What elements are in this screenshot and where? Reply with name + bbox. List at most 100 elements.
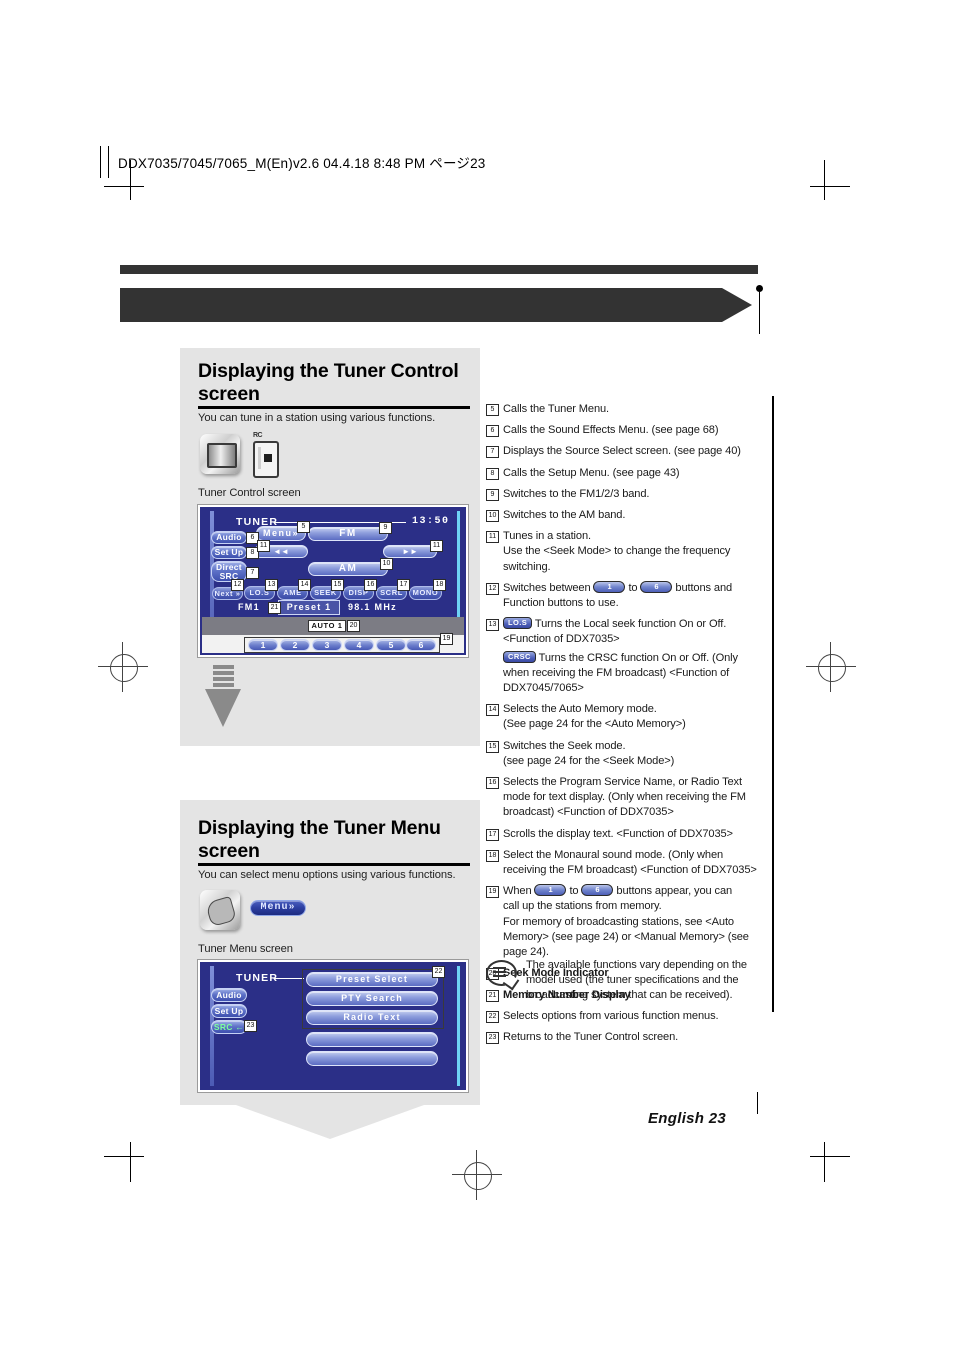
arrow-head — [205, 689, 241, 727]
setup-button[interactable]: Set Up — [211, 546, 247, 559]
menu-item-preset-select[interactable]: Preset Select — [306, 972, 438, 987]
item-text: Displays the Source Select screen. (see … — [503, 445, 741, 458]
title-leader-line — [274, 978, 304, 979]
menu-item-pty-search[interactable]: PTY Search — [306, 991, 438, 1006]
item-text: Calls the Sound Effects Menu. (see page … — [503, 424, 719, 437]
item-text: Select the Monaural sound mode. (Only wh… — [503, 848, 757, 877]
callout-17: 17 — [397, 579, 410, 591]
callout-15: 15 — [331, 579, 344, 591]
menu-item-radio-text[interactable]: Radio Text — [306, 1010, 438, 1025]
registration-mark-left — [98, 642, 148, 692]
footer-tick — [757, 1092, 758, 1114]
item-text: Tunes in a station. — [503, 530, 591, 543]
list-item: 10 Switches to the AM band. — [486, 508, 766, 523]
crop-mark-top-right — [810, 160, 850, 200]
column-divider — [772, 396, 774, 1012]
bubble-line-3 — [493, 975, 506, 977]
bubble-line-1 — [493, 967, 506, 969]
caption-tuner-menu-screen: Tuner Menu screen — [198, 943, 293, 955]
caption-tuner-control-screen: Tuner Control screen — [198, 487, 301, 499]
preset-button-4[interactable]: 4 — [344, 639, 374, 651]
remote-bar-glyph — [258, 447, 261, 469]
list-item: 23 Returns to the Tuner Control screen. — [486, 1030, 766, 1045]
seek-up-button[interactable]: ►► — [383, 545, 437, 558]
callout-12: 12 — [231, 579, 244, 591]
list-item: 18 Select the Monaural sound mode. (Only… — [486, 848, 766, 878]
callout-7: 7 — [246, 567, 259, 579]
item-text: Function buttons to use. — [503, 597, 619, 610]
am-band-button[interactable]: AM — [308, 562, 388, 576]
arrow-stem — [213, 665, 234, 690]
header-banner — [120, 288, 760, 326]
audio-button[interactable]: Audio — [211, 988, 247, 1002]
heading-rule-2 — [198, 863, 470, 866]
callout-description-list: 5 Calls the Tuner Menu. 6 Calls the Soun… — [486, 402, 766, 1051]
preset-button-1[interactable]: 1 — [248, 639, 278, 651]
crop-mark-bottom-left — [104, 1142, 144, 1182]
preset-button-2[interactable]: 2 — [280, 639, 310, 651]
item-text: Switches to the AM band. — [503, 509, 626, 522]
note-block: The available functions vary depending o… — [486, 958, 766, 1004]
preset-pill-6: 6 — [581, 884, 614, 897]
item-number: 22 — [486, 1010, 499, 1023]
item-number: 5 — [486, 404, 499, 416]
callout-22: 22 — [432, 966, 445, 978]
src-button[interactable]: SRC ← — [211, 1020, 247, 1034]
callout-20: 20 — [347, 620, 360, 632]
preset-button-6[interactable]: 6 — [406, 639, 436, 651]
lead-text-1: You can tune in a station using various … — [198, 412, 436, 424]
list-item: 19 When 1 to 6 buttons appear, you can c… — [486, 884, 766, 960]
item-number: 23 — [486, 1031, 499, 1044]
header-rule — [120, 265, 758, 274]
text-body: Turns the CRSC function On or Off. (Only… — [503, 651, 738, 695]
item-number: 18 — [486, 849, 499, 862]
screen-title: TUNER — [236, 972, 279, 984]
item-text: (see page 24 for the <Seek Mode>) — [503, 754, 675, 767]
text-prefix: Switches between — [503, 581, 591, 594]
tuner-control-screen: TUNER 13:50 Menu» 5 Audio 6 Set Up 8 Dir… — [198, 505, 468, 657]
preset-button-5[interactable]: 5 — [376, 639, 406, 651]
menu-item-empty-1[interactable] — [306, 1032, 438, 1047]
banner-arrow — [120, 288, 752, 322]
text-prefix: When — [503, 885, 532, 898]
menu-item-empty-2[interactable] — [306, 1051, 438, 1066]
callout-5: 5 — [297, 521, 310, 533]
callout-18: 18 — [433, 579, 446, 591]
item-number: 10 — [486, 510, 499, 523]
item-text: CRSC Turns the CRSC function On or Off. … — [503, 650, 766, 697]
item-text: Calls the Tuner Menu. — [503, 403, 610, 415]
item-number: 14 — [486, 704, 499, 717]
item-number: 17 — [486, 828, 499, 841]
callout-21: 21 — [268, 602, 281, 614]
text-mid: to — [628, 581, 638, 594]
preset-button-3[interactable]: 3 — [312, 639, 342, 651]
callout-10: 10 — [380, 558, 393, 570]
page-title-2: Displaying the Tuner Menu screen — [198, 817, 441, 862]
flow-arrow-down-icon — [205, 665, 241, 727]
menu-button-illustration[interactable]: Menu» — [250, 900, 306, 916]
preset-pill-1: 1 — [534, 884, 567, 897]
tuner-menu-screen: TUNER Audio Set Up SRC ← 23 Preset Selec… — [198, 960, 468, 1092]
list-item: 5 Calls the Tuner Menu. — [486, 402, 766, 417]
note-text: The available functions vary depending o… — [526, 959, 747, 1002]
item-number: 16 — [486, 777, 499, 790]
preset-pill-6: 6 — [640, 580, 673, 593]
item-text: (See page 24 for the <Auto Memory>) — [503, 718, 686, 731]
item-text: Returns to the Tuner Control screen. — [503, 1030, 679, 1043]
text-suffix: buttons appear, you can — [616, 885, 733, 898]
setup-button[interactable]: Set Up — [211, 1004, 247, 1018]
item-number: 6 — [486, 425, 499, 438]
audio-button[interactable]: Audio — [211, 531, 247, 544]
text-body: Turns the Local seek function On or Off.… — [503, 618, 727, 646]
remote-button-glyph — [264, 454, 272, 462]
registration-mark-right — [806, 642, 856, 692]
item-text: Use the <Seek Mode> to change the freque… — [503, 545, 731, 573]
monitor-icon — [200, 434, 240, 474]
item-text: When 1 to 6 buttons appear, you can — [503, 884, 766, 899]
item-number: 15 — [486, 740, 499, 753]
fm-band-button[interactable]: FM — [308, 527, 388, 541]
hand-pointer-icon — [200, 890, 240, 930]
remote-control-icon — [253, 441, 279, 478]
list-item: 11 Tunes in a station. Use the <Seek Mod… — [486, 529, 766, 575]
item-number: 8 — [486, 467, 499, 480]
